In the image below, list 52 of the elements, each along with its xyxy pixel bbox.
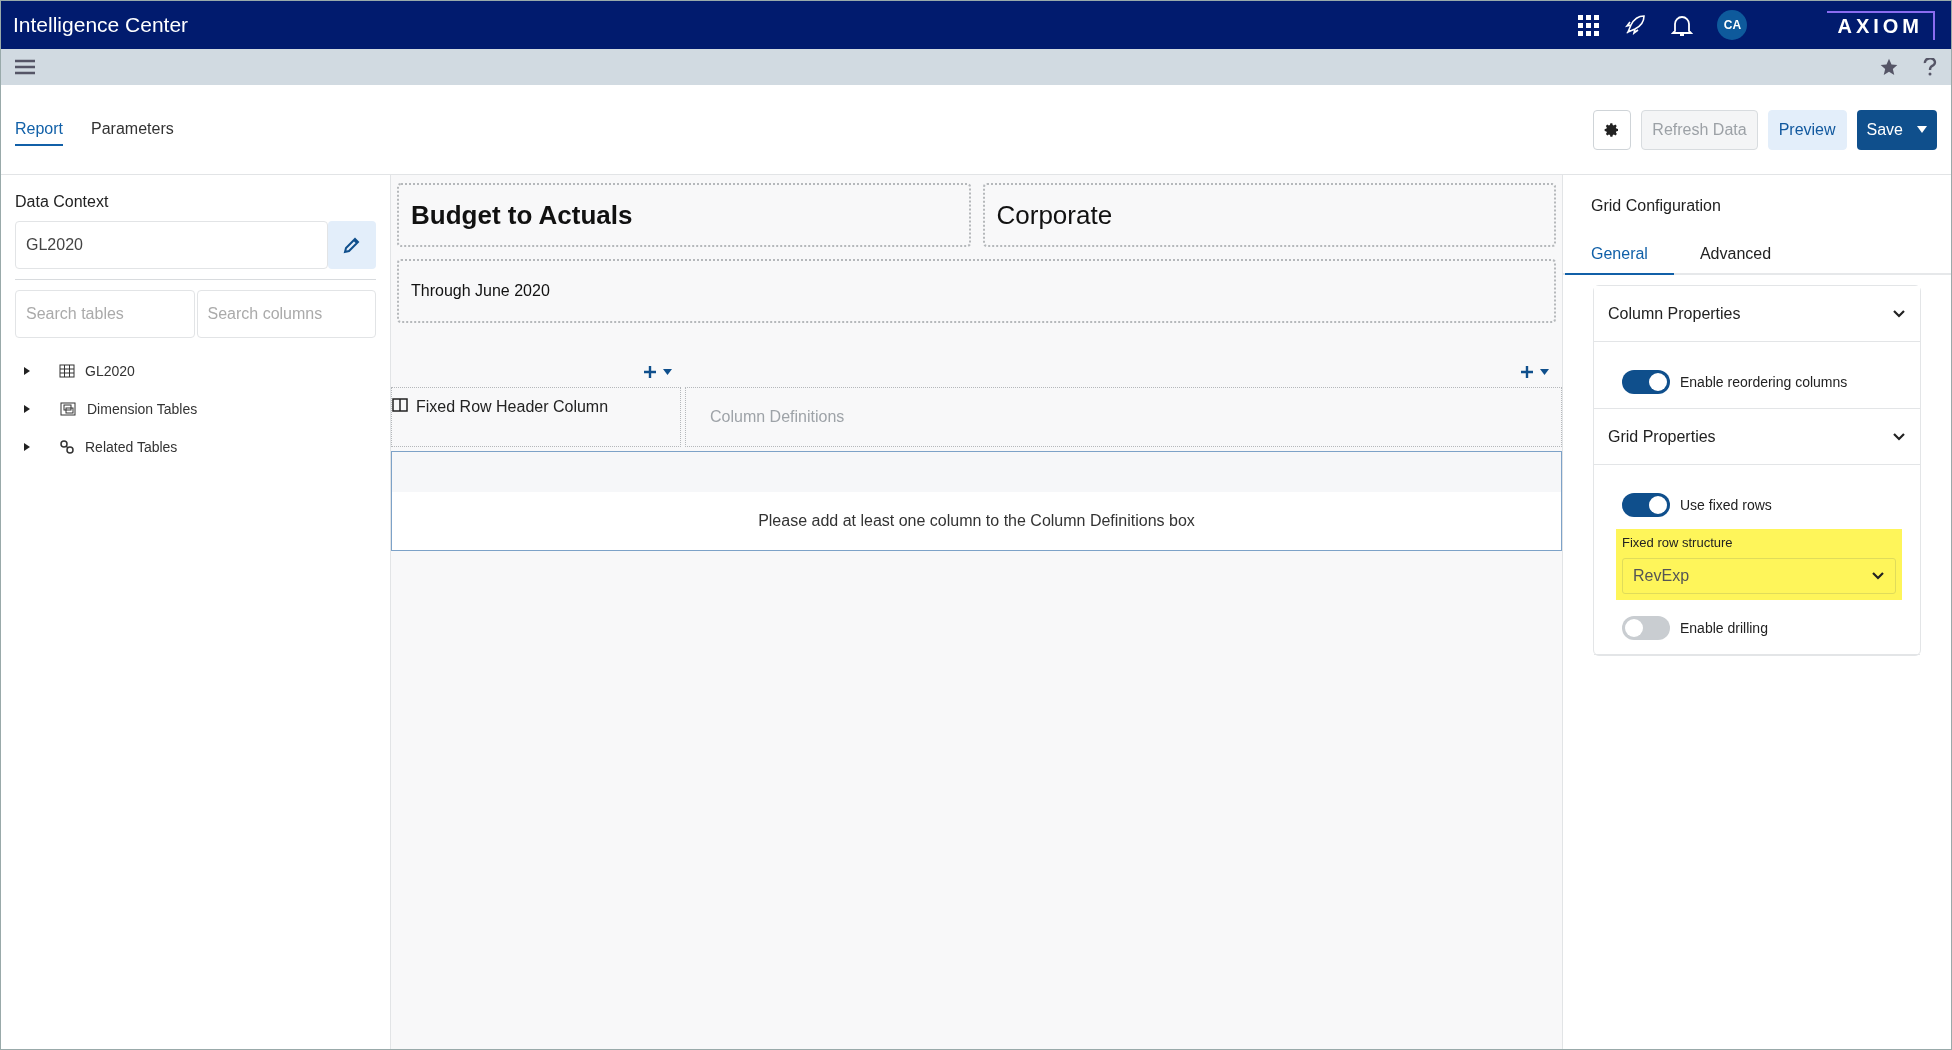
star-icon[interactable] bbox=[1879, 57, 1899, 77]
collapsed-caret-icon[interactable] bbox=[23, 367, 31, 375]
page-tab[interactable]: Report bbox=[15, 113, 64, 146]
logo: AXIOM bbox=[1827, 10, 1935, 40]
add-icon[interactable] bbox=[1520, 365, 1550, 379]
panel-title: Grid Configuration bbox=[1590, 197, 1722, 215]
toggle-label: Enable drilling bbox=[1680, 620, 1768, 636]
data-context-field[interactable]: GL2020 bbox=[15, 221, 328, 269]
help-icon[interactable] bbox=[1923, 58, 1937, 76]
gear-icon bbox=[1604, 121, 1621, 138]
config-tab[interactable]: General bbox=[1565, 239, 1674, 275]
field-label: Fixed row structure bbox=[1622, 535, 1734, 550]
config-tab[interactable]: Advanced bbox=[1673, 239, 1798, 275]
user-avatar[interactable]: CA bbox=[1717, 10, 1748, 40]
tree-item[interactable]: GL2020 bbox=[85, 363, 135, 379]
toggle-switch[interactable] bbox=[1622, 616, 1670, 640]
collapsed-caret-icon[interactable] bbox=[23, 443, 31, 451]
report-subtitle[interactable]: Through June 2020 bbox=[397, 259, 1556, 323]
toggle-label: Enable reordering columns bbox=[1680, 374, 1848, 390]
chevron-down-icon bbox=[1871, 571, 1885, 581]
save-button[interactable]: Save bbox=[1856, 109, 1937, 150]
preview-button[interactable]: Preview bbox=[1767, 109, 1847, 150]
report-title[interactable]: Budget to Actuals bbox=[397, 183, 971, 247]
search-field[interactable]: Search tables bbox=[15, 290, 195, 338]
caret-icon bbox=[1917, 125, 1927, 134]
tree-item[interactable]: Dimension Tables bbox=[87, 401, 198, 417]
menu-icon[interactable] bbox=[15, 59, 35, 75]
empty-message: Please add at least one column to the Column Definitions box bbox=[758, 512, 1195, 530]
toggle-label: Use fixed rows bbox=[1680, 497, 1772, 513]
collapsed-caret-icon[interactable] bbox=[23, 405, 31, 413]
search-field[interactable]: Search columns bbox=[196, 290, 376, 338]
edit-button[interactable] bbox=[328, 221, 376, 269]
toggle-switch[interactable] bbox=[1622, 370, 1670, 394]
column-icon bbox=[392, 398, 408, 412]
table-icon bbox=[59, 364, 75, 378]
grid-menu-icon[interactable] bbox=[1577, 14, 1600, 36]
fixed-row-header-column[interactable]: Fixed Row Header Column bbox=[416, 398, 609, 416]
settings-button[interactable] bbox=[1593, 109, 1632, 150]
structure-select[interactable]: RevExp bbox=[1622, 558, 1896, 594]
page-tab[interactable]: Parameters bbox=[91, 113, 174, 146]
link-icon bbox=[59, 439, 75, 455]
section-label: Data Context bbox=[15, 193, 110, 211]
bell-icon[interactable] bbox=[1671, 13, 1694, 37]
report-entity[interactable]: Corporate bbox=[982, 183, 1556, 247]
tree-item[interactable]: Related Tables bbox=[85, 439, 178, 455]
section-header[interactable]: Column Properties bbox=[1594, 286, 1920, 342]
rocket-icon[interactable] bbox=[1623, 13, 1648, 37]
toggle-switch[interactable] bbox=[1622, 493, 1670, 517]
add-icon[interactable] bbox=[643, 365, 673, 379]
pencil-icon bbox=[343, 236, 361, 254]
app-title: Intelligence Center bbox=[13, 13, 190, 37]
dimension-icon bbox=[59, 401, 77, 417]
